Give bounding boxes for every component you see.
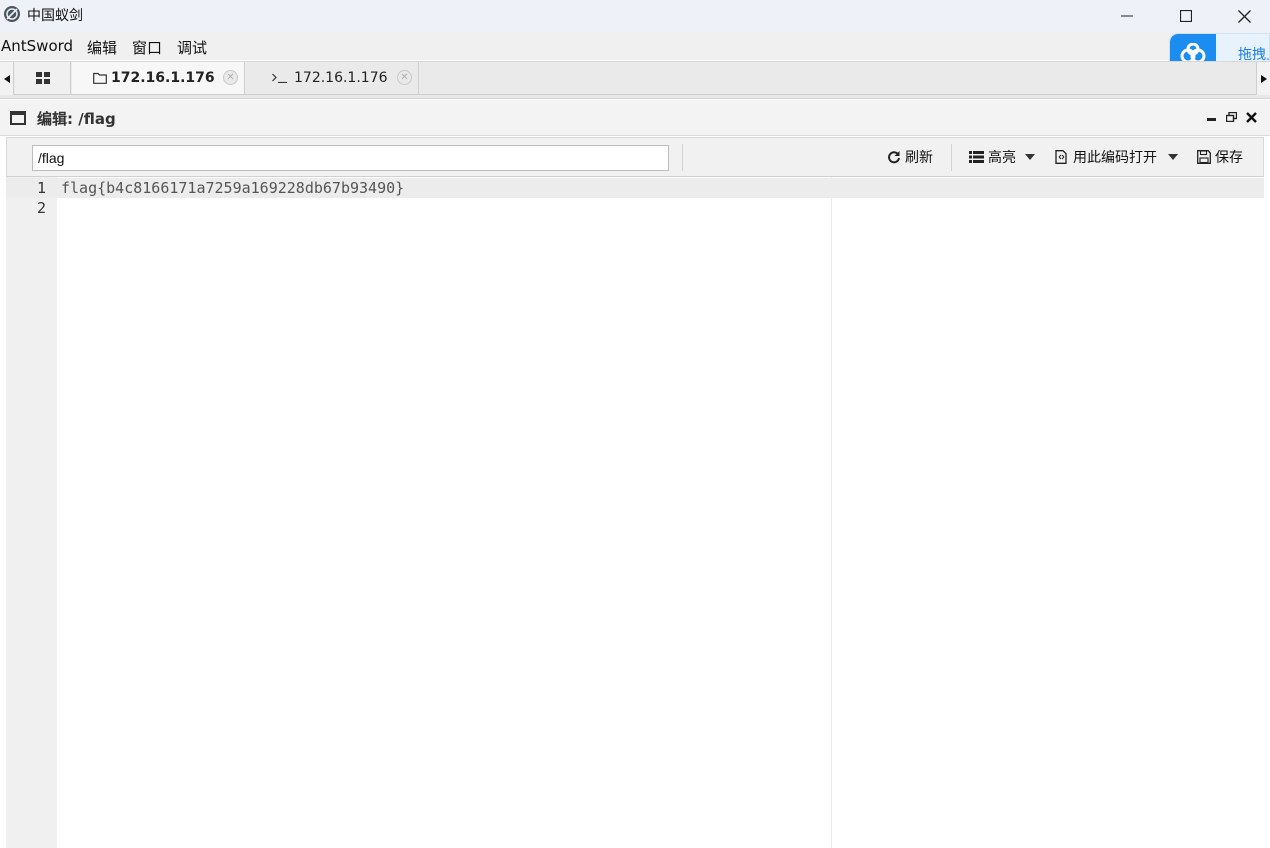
panel-title: 编辑: /flag xyxy=(37,110,116,128)
menu-antsword[interactable]: AntSword xyxy=(1,37,73,55)
tab-grid-home[interactable] xyxy=(15,62,71,94)
code-line[interactable]: 1 flag{b4c8166171a7259a169228db67b93490} xyxy=(6,178,1264,198)
tab-close-icon[interactable]: ✕ xyxy=(223,70,238,85)
tab-bar: 172.16.1.176 ✕ 172.16.1.176 ✕ xyxy=(0,61,1270,95)
minimize-button[interactable] xyxy=(1098,0,1156,32)
encoding-label: 用此编码打开 xyxy=(1073,150,1157,166)
panel-restore-icon[interactable] xyxy=(1226,112,1237,122)
maximize-button[interactable] xyxy=(1157,0,1215,32)
grid-icon xyxy=(35,72,50,84)
list-icon xyxy=(969,151,984,163)
open-with-encoding-button[interactable]: 用此编码打开 xyxy=(1055,147,1178,167)
menu-bar: AntSword 编辑 窗口 调试 xyxy=(0,32,1270,60)
file-code-icon xyxy=(1055,150,1067,164)
line-number: 2 xyxy=(36,199,46,217)
refresh-label: 刷新 xyxy=(905,150,933,166)
folder-icon xyxy=(93,72,107,84)
close-icon xyxy=(1237,9,1251,23)
tab-terminal-label: 172.16.1.176 xyxy=(294,70,388,86)
minimize-icon xyxy=(1121,15,1133,17)
antsword-logo-icon xyxy=(4,6,20,22)
code-text: flag{b4c8166171a7259a169228db67b93490} xyxy=(61,179,405,197)
print-margin xyxy=(831,177,832,848)
toolbar-separator xyxy=(951,144,952,171)
window-title: 中国蚁剑 xyxy=(27,8,83,24)
tab-close-icon[interactable]: ✕ xyxy=(397,70,412,85)
tab-scroll-left-button[interactable] xyxy=(0,62,14,95)
caret-right-icon xyxy=(1260,74,1267,83)
title-bar: 中国蚁剑 xyxy=(0,0,1270,32)
highlight-button[interactable]: 高亮 xyxy=(969,147,1035,167)
refresh-button[interactable]: 刷新 xyxy=(887,147,933,167)
line-number-gutter xyxy=(6,177,57,848)
tab-content-strip xyxy=(0,95,1270,99)
refresh-icon xyxy=(888,151,900,164)
line-number: 1 xyxy=(36,179,46,197)
terminal-icon xyxy=(272,73,287,83)
tab-scroll-right-button[interactable] xyxy=(1256,62,1270,95)
menu-debug[interactable]: 调试 xyxy=(177,37,207,58)
code-line[interactable]: 2 xyxy=(6,198,1264,218)
tab-terminal[interactable]: 172.16.1.176 ✕ xyxy=(246,62,419,94)
panel-close-icon[interactable] xyxy=(1246,112,1257,123)
tab-file-manager[interactable]: 172.16.1.176 ✕ xyxy=(72,62,245,94)
panel-minimize-icon[interactable] xyxy=(1207,117,1216,121)
menu-edit[interactable]: 编辑 xyxy=(87,37,117,58)
save-icon xyxy=(1197,150,1211,164)
close-button[interactable] xyxy=(1215,0,1270,32)
chevron-down-icon xyxy=(1025,154,1035,160)
caret-left-icon xyxy=(3,74,10,83)
menu-window[interactable]: 窗口 xyxy=(132,37,162,58)
toolbar-separator xyxy=(682,144,683,171)
path-input[interactable] xyxy=(32,145,669,171)
highlight-label: 高亮 xyxy=(988,150,1016,166)
save-label: 保存 xyxy=(1215,150,1243,166)
maximize-icon xyxy=(1180,10,1192,22)
chevron-down-icon xyxy=(1168,154,1178,160)
save-button[interactable]: 保存 xyxy=(1197,147,1243,167)
tab-file-manager-label: 172.16.1.176 xyxy=(111,70,215,86)
editor-panel-header: 编辑: /flag xyxy=(0,100,1270,136)
window-icon xyxy=(10,111,26,125)
editor-toolbar: 刷新 高亮 用此编码打开 保存 xyxy=(6,137,1264,177)
code-editor[interactable]: 1 flag{b4c8166171a7259a169228db67b93490}… xyxy=(6,177,1264,848)
